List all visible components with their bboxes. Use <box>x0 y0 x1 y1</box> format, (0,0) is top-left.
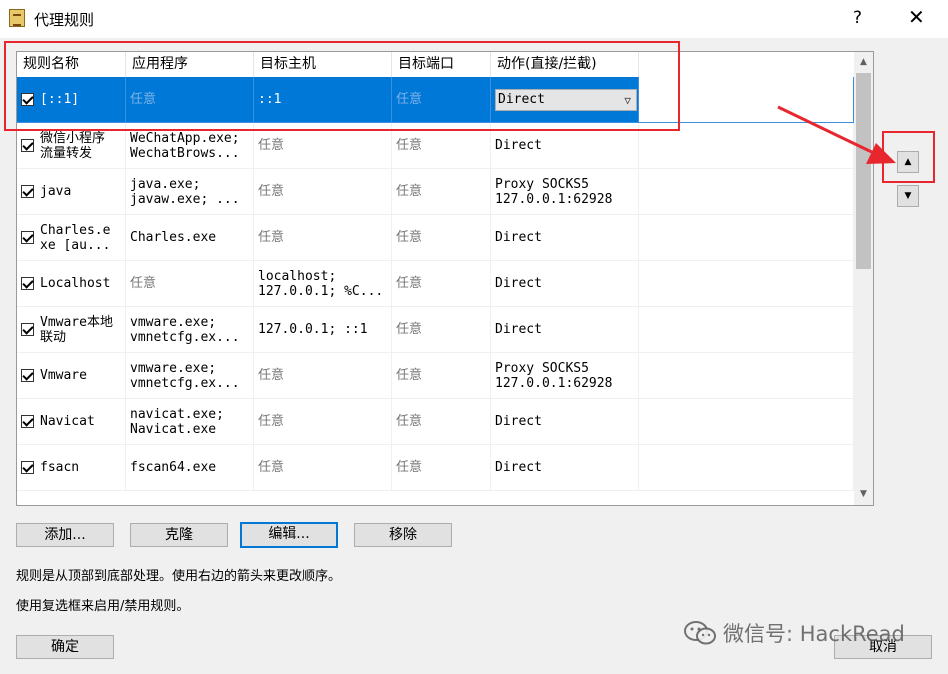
watermark-text: 微信号: HackRead <box>723 622 905 646</box>
annotation-arrow-icon <box>777 105 896 164</box>
watermark: 微信号: HackRead <box>683 618 905 648</box>
wechat-icon <box>684 621 716 645</box>
